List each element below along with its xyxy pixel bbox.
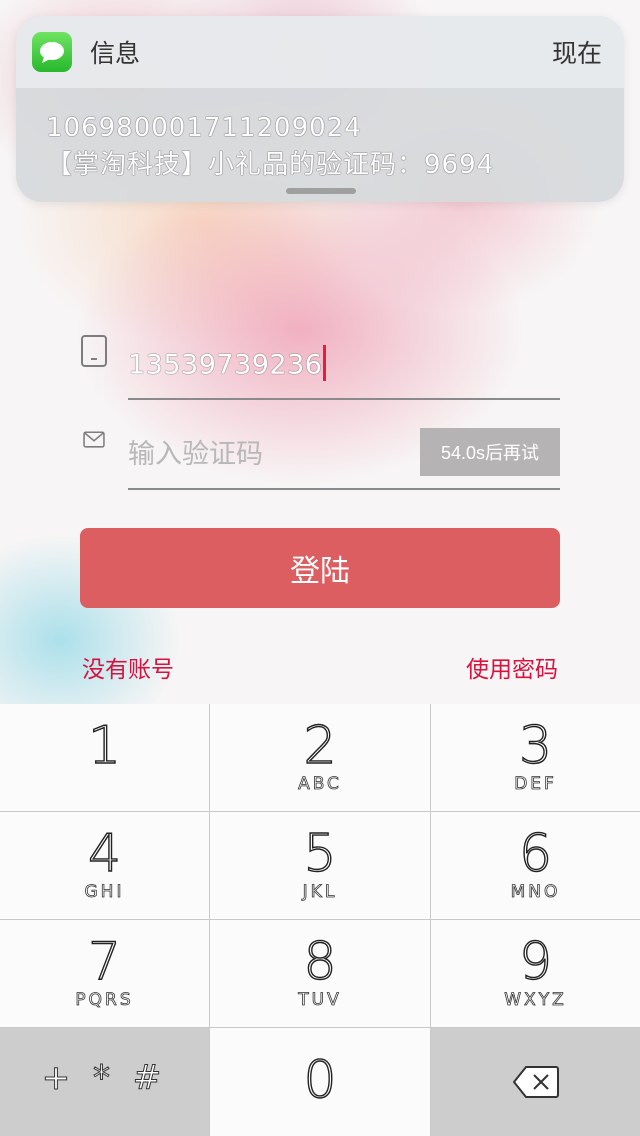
phone-number-value: 13539739236 xyxy=(128,345,327,384)
key-digit: 3 xyxy=(518,716,553,776)
key-digit: 6 xyxy=(518,824,553,884)
notification-sender: 106980001711209024 xyxy=(46,113,362,143)
notification-app-name: 信息 xyxy=(90,39,141,68)
key-symbols[interactable]: + * # xyxy=(0,1028,209,1136)
key-0[interactable]: 0 xyxy=(210,1028,430,1136)
resend-code-button[interactable]: 54.0s后再试 xyxy=(420,428,560,476)
phone-field-underline xyxy=(128,398,560,400)
envelope-icon xyxy=(83,431,105,448)
key-letters: DEF xyxy=(514,774,557,795)
use-password-link[interactable]: 使用密码 xyxy=(466,650,558,684)
login-button[interactable]: 登陆 xyxy=(80,528,560,608)
key-digit: 4 xyxy=(87,824,122,884)
numeric-keypad: 1 2 ABC 3 DEF 4 GHI 5 JKL 6 MNO 7 PQRS 8… xyxy=(0,704,640,1136)
key-digit: 9 xyxy=(518,932,553,992)
text-caret xyxy=(323,345,327,381)
notification-grabber-handle[interactable] xyxy=(286,188,356,194)
verification-code-input[interactable] xyxy=(128,428,408,480)
key-digit: 5 xyxy=(303,824,337,884)
key-digit: 7 xyxy=(87,932,122,992)
notification-message: 【掌淘科技】小礼品的验证码：9694 xyxy=(46,150,495,180)
key-digit: 8 xyxy=(303,932,337,992)
key-letters: TUV xyxy=(298,990,342,1011)
phone-number-field[interactable]: 13539739236 xyxy=(80,328,560,400)
key-digit: 0 xyxy=(303,1050,337,1110)
messages-app-icon xyxy=(32,32,72,72)
code-field-underline xyxy=(128,488,560,490)
key-6[interactable]: 6 MNO xyxy=(431,812,640,919)
notification-body: 106980001711209024 【掌淘科技】小礼品的验证码：9694 xyxy=(16,88,624,184)
key-letters: MNO xyxy=(510,882,561,903)
key-9[interactable]: 9 WXYZ xyxy=(431,920,640,1027)
key-delete[interactable] xyxy=(431,1028,640,1136)
key-7[interactable]: 7 PQRS xyxy=(0,920,209,1027)
key-2[interactable]: 2 ABC xyxy=(210,704,430,811)
backspace-icon xyxy=(512,1066,559,1098)
notification-header: 信息 现在 xyxy=(16,16,624,88)
notification-time: 现在 xyxy=(551,39,602,68)
key-letters: JKL xyxy=(302,882,338,903)
key-letters: ABC xyxy=(298,774,342,795)
key-digit: 2 xyxy=(303,716,337,776)
key-letters: PQRS xyxy=(75,990,134,1011)
phone-icon xyxy=(81,335,107,367)
sms-notification-banner[interactable]: 信息 现在 106980001711209024 【掌淘科技】小礼品的验证码：9… xyxy=(16,16,624,202)
key-4[interactable]: 4 GHI xyxy=(0,812,209,919)
key-5[interactable]: 5 JKL xyxy=(210,812,430,919)
no-account-link[interactable]: 没有账号 xyxy=(82,650,174,684)
key-digit: 1 xyxy=(87,716,122,776)
key-letters: GHI xyxy=(84,882,125,903)
key-letters: WXYZ xyxy=(504,990,567,1011)
key-1[interactable]: 1 xyxy=(0,704,209,811)
key-8[interactable]: 8 TUV xyxy=(210,920,430,1027)
verification-code-row: 54.0s后再试 xyxy=(80,418,560,490)
key-symbols-label: + * # xyxy=(41,1058,168,1099)
key-3[interactable]: 3 DEF xyxy=(431,704,640,811)
